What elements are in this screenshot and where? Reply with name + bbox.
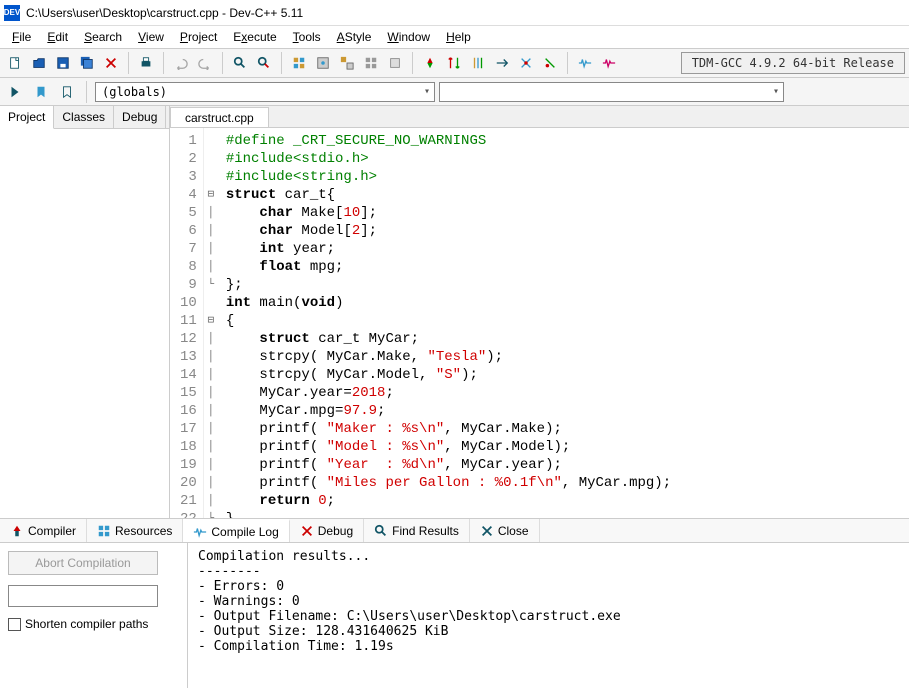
menu-help[interactable]: Help [440,28,477,46]
globals-combo[interactable]: (globals) [95,82,435,102]
insert-icon[interactable] [4,81,26,103]
toolbar-main: TDM-GCC 4.9.2 64-bit Release [0,48,909,78]
menu-search[interactable]: Search [78,28,128,46]
bookmark-clear-icon[interactable] [515,52,537,74]
shorten-paths-label: Shorten compiler paths [25,617,148,631]
bookmark-icon[interactable] [30,81,52,103]
close-icon[interactable] [100,52,122,74]
bottom-tab-resources[interactable]: Resources [87,519,183,542]
bottom-tab-compile-log[interactable]: Compile Log [183,519,289,542]
menu-edit[interactable]: Edit [41,28,74,46]
search-icon [374,524,388,538]
abort-compilation-button: Abort Compilation [8,551,158,575]
up-red-icon [10,524,24,538]
bottom-tab-close[interactable]: Close [470,519,540,542]
profile-icon[interactable] [419,52,441,74]
menu-window[interactable]: Window [381,28,436,46]
goto-icon[interactable] [491,52,513,74]
left-tab-classes[interactable]: Classes [54,106,114,128]
new-file-icon[interactable] [4,52,26,74]
compiler-selector[interactable]: TDM-GCC 4.9.2 64-bit Release [681,52,905,74]
arrows-icon[interactable] [443,52,465,74]
file-tab-carstruct[interactable]: carstruct.cpp [170,107,269,127]
bottom-tab-find-results[interactable]: Find Results [364,519,470,542]
compile-icon[interactable] [288,52,310,74]
compile-log-output[interactable]: Compilation results... -------- - Errors… [188,543,909,688]
find-icon[interactable] [229,52,251,74]
pulse1-icon[interactable] [574,52,596,74]
open-file-icon[interactable] [28,52,50,74]
bug-icon [300,524,314,538]
titlebar: DEV C:\Users\user\Desktop\carstruct.cpp … [0,0,909,26]
shorten-paths-checkbox[interactable] [8,618,21,631]
goto-bookmark-icon[interactable] [56,81,78,103]
x-icon [480,524,494,538]
project-panel: ProjectClassesDebug [0,106,170,518]
menu-tools[interactable]: Tools [287,28,327,46]
debug-toolbar-icon[interactable] [384,52,406,74]
toolbar-secondary: (globals) [0,78,909,106]
redo-icon[interactable] [194,52,216,74]
undo-icon[interactable] [170,52,192,74]
menubar: FileEditSearchViewProjectExecute ToolsASt… [0,26,909,48]
menu-execute[interactable]: Execute [227,28,282,46]
menu-project[interactable]: Project [174,28,223,46]
bookmark-toggle-icon[interactable] [539,52,561,74]
code-editor[interactable]: 1 2 3 4 5 6 7 8 9 10 11 12 13 14 15 16 1… [170,128,909,518]
rebuild-icon[interactable] [360,52,382,74]
bottom-tab-compiler[interactable]: Compiler [0,519,87,542]
save-icon[interactable] [52,52,74,74]
run-icon[interactable] [312,52,334,74]
window-title: C:\Users\user\Desktop\carstruct.cpp - De… [26,6,303,20]
menu-astyle[interactable]: AStyle [331,28,378,46]
menu-file[interactable]: File [6,28,37,46]
bottom-tab-debug[interactable]: Debug [290,519,364,542]
replace-icon[interactable] [253,52,275,74]
left-tab-debug[interactable]: Debug [114,106,166,128]
left-tab-project[interactable]: Project [0,106,54,129]
save-all-icon[interactable] [76,52,98,74]
compile-run-icon[interactable] [336,52,358,74]
app-icon: DEV [4,5,20,21]
compile-filter-input[interactable] [8,585,158,607]
grid-icon [97,524,111,538]
menu-view[interactable]: View [132,28,170,46]
arrows2-icon[interactable] [467,52,489,74]
print-icon[interactable] [135,52,157,74]
pulse-icon [193,525,207,539]
symbols-combo[interactable] [439,82,784,102]
pulse2-icon[interactable] [598,52,620,74]
